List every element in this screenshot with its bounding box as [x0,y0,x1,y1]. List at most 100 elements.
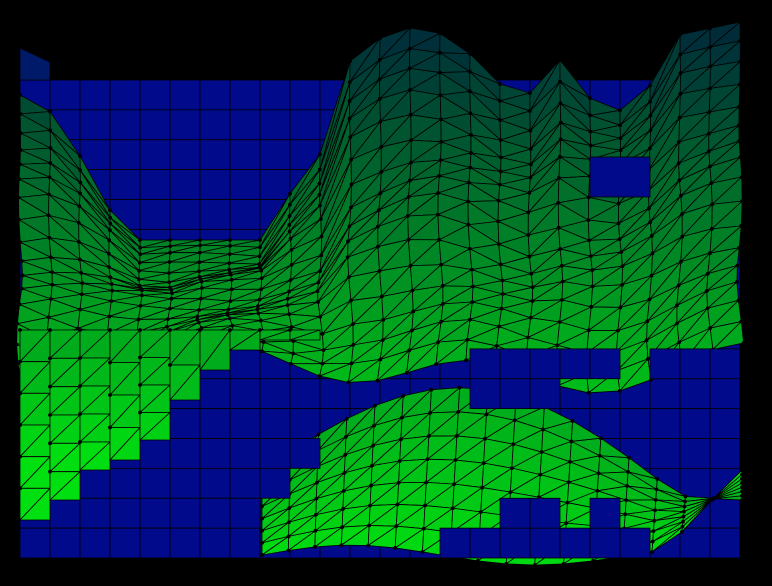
mesh-vertex [527,254,532,259]
block-cell [19,527,51,559]
mesh-vertex [321,348,326,353]
mesh-vertex [560,298,564,302]
mesh-vertex [646,356,650,361]
mesh-vertex [410,288,415,293]
mesh-vertex [260,528,264,533]
block-cell [259,378,291,410]
mesh-vertex [496,219,500,224]
mesh-vertex [706,131,711,136]
mesh-vertex [197,260,202,265]
block-cell [229,527,261,559]
mesh-vertex [678,259,683,264]
mesh-vertex [407,66,412,71]
block-cell [199,199,231,230]
mesh-vertex [437,50,442,55]
block-cell [169,497,201,529]
mesh-vertex [683,494,688,499]
mesh-vertex [438,117,443,122]
mesh-vertex [258,328,262,332]
mesh-vertex [452,482,457,487]
mesh-vertex [681,514,686,519]
mesh-vertex [226,307,231,312]
render-viewport[interactable] [0,0,772,586]
mesh-vertex [595,488,600,493]
mesh-vertex [18,112,23,116]
mesh-vertex [18,93,22,97]
block-cell [679,408,711,439]
mesh-vertex [586,390,591,395]
mesh-vertex [470,300,475,304]
mesh-canvas[interactable] [0,0,772,586]
mesh-vertex [78,356,82,360]
mesh-vertex [318,314,323,319]
mesh-vertex [588,96,592,101]
block-cell [649,438,681,469]
mesh-vertex [346,380,351,385]
mesh-vertex [381,317,386,322]
mesh-vertex [197,269,201,274]
mesh-vertex [588,143,593,148]
block-cell [169,527,201,559]
mesh-vertex [408,25,412,30]
mesh-vertex [494,344,499,348]
mesh-vertex [565,500,570,505]
mesh-vertex [285,297,290,301]
mesh-vertex [532,563,537,567]
mesh-vertex [512,418,517,423]
block-cell [109,497,141,529]
mesh-vertex [528,109,532,113]
mesh-vertex [618,108,622,113]
mesh-vertex [107,228,112,233]
block-cell [709,378,741,410]
mesh-vertex [48,328,52,332]
mesh-vertex [349,298,353,303]
mesh-vertex [407,178,412,183]
mesh-vertex [228,243,232,248]
mesh-vertex [288,361,293,366]
mesh-vertex [287,214,292,218]
mesh-vertex [78,412,82,416]
mesh-vertex [377,57,382,62]
block-cell [169,408,201,439]
mesh-vertex [48,128,53,133]
mesh-vertex [568,459,572,464]
mesh-vertex [469,151,473,155]
mesh-vertex [136,277,141,282]
mesh-vertex [167,271,171,275]
block-cell [559,527,591,559]
mesh-vertex [558,154,562,159]
mesh-vertex [738,38,743,43]
block-cell [559,348,591,380]
mesh-vertex [48,146,53,150]
mesh-vertex [108,221,113,226]
mesh-vertex [704,289,709,293]
mesh-vertex [710,202,715,207]
mesh-vertex [620,282,625,287]
mesh-vertex [529,162,533,167]
block-cell [709,348,741,380]
block-cell [619,527,651,559]
block-cell [79,467,111,499]
mesh-vertex [78,307,82,312]
mesh-vertex [137,268,141,273]
mesh-vertex [559,263,564,268]
block-cell [169,438,201,469]
mesh-vertex [379,294,384,299]
mesh-vertex [378,119,383,124]
mesh-vertex [497,324,501,329]
mesh-vertex [167,260,172,264]
mesh-vertex [616,328,620,333]
mesh-vertex [256,304,260,309]
mesh-vertex [528,91,532,95]
mesh-vertex [287,520,291,525]
block-cell [589,156,651,198]
mesh-vertex [18,486,22,491]
mesh-vertex [647,206,651,211]
mesh-vertex [740,199,745,204]
mesh-vertex [320,361,325,366]
block-cell [529,378,561,410]
mesh-vertex [496,198,501,203]
block-cell [709,438,741,469]
block-cell [709,408,741,439]
mesh-vertex [17,177,21,181]
